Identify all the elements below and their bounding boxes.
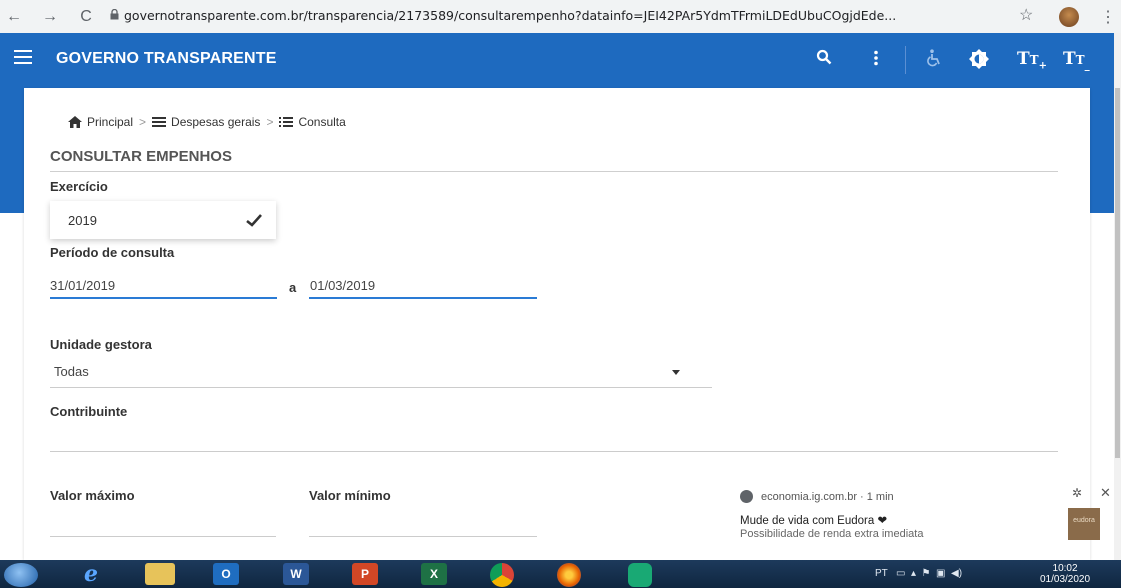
title-divider <box>50 171 1058 172</box>
contrast-icon[interactable] <box>969 49 989 69</box>
start-button[interactable] <box>4 563 38 587</box>
taskbar-clock[interactable]: 10:02 01/03/2020 <box>1040 563 1090 585</box>
word-icon[interactable]: W <box>283 563 309 585</box>
exercicio-label: Exercício <box>50 179 108 194</box>
clock-time: 10:02 <box>1052 563 1078 574</box>
periodo-separator: a <box>289 280 297 295</box>
app-title[interactable]: GOVERNO TRANSPARENTE <box>56 50 277 68</box>
accessibility-icon[interactable] <box>926 49 942 67</box>
bookmark-star-icon[interactable]: ☆ <box>1019 5 1033 25</box>
profile-avatar[interactable] <box>1059 7 1079 27</box>
ad-title[interactable]: Mude de vida com Eudora ❤ <box>740 513 887 527</box>
valor-maximo-field[interactable] <box>50 536 276 537</box>
periodo-label: Período de consulta <box>50 245 175 260</box>
browser-menu-icon[interactable]: ⋮ <box>1100 7 1116 27</box>
periodo-start-field[interactable] <box>50 297 277 299</box>
unidade-label: Unidade gestora <box>50 337 152 352</box>
reload-icon[interactable]: C <box>74 8 98 26</box>
home-icon <box>68 116 82 128</box>
security-app-icon[interactable] <box>628 563 652 587</box>
system-tray[interactable]: PT ▭ ▴ ⚑ ▣ ◀) <box>875 568 962 579</box>
ad-source[interactable]: economia.ig.com.br · 1 min <box>740 490 894 503</box>
periodo-start-value[interactable]: 31/01/2019 <box>50 278 115 293</box>
valor-minimo-field[interactable] <box>309 536 537 537</box>
breadcrumb-separator: > <box>139 115 147 129</box>
firefox-icon[interactable] <box>557 563 581 587</box>
forward-icon[interactable]: → <box>38 8 62 26</box>
exercicio-select[interactable]: 2019 <box>50 201 276 239</box>
breadcrumb-item-principal[interactable]: Principal <box>87 115 133 129</box>
menu-lines-icon <box>152 117 167 127</box>
app-header: GOVERNO TRANSPARENTE TT+ TT_ <box>0 33 1114 88</box>
valor-maximo-label: Valor máximo <box>50 488 135 503</box>
contribuinte-label: Contribuinte <box>50 404 128 419</box>
checkmark-icon <box>246 214 262 227</box>
ad-thumb-text: eudora <box>1073 517 1095 524</box>
excel-icon[interactable]: X <box>421 563 447 585</box>
source-logo-icon <box>740 490 753 503</box>
header-divider <box>905 46 906 74</box>
page-scrollbar[interactable] <box>1114 33 1121 560</box>
language-indicator[interactable]: PT <box>875 568 888 579</box>
ad-close-icon[interactable]: ✕ <box>1100 485 1111 501</box>
breadcrumb-item-despesas[interactable]: Despesas gerais <box>171 115 260 129</box>
powerpoint-icon[interactable]: P <box>352 563 378 585</box>
clock-date: 01/03/2020 <box>1040 574 1091 585</box>
page-title: CONSULTAR EMPENHOS <box>50 148 232 165</box>
outlook-icon[interactable]: O <box>213 563 239 585</box>
breadcrumb: Principal > Despesas gerais > Consulta <box>68 115 346 129</box>
contribuinte-field[interactable] <box>50 451 1058 452</box>
lock-icon <box>110 9 119 20</box>
back-icon[interactable]: ← <box>2 8 26 26</box>
more-vert-icon[interactable] <box>873 50 879 66</box>
unidade-value[interactable]: Todas <box>54 364 89 379</box>
tray-icons[interactable]: ▭ ▴ ⚑ ▣ ◀) <box>890 568 962 579</box>
ad-source-text: economia.ig.com.br · 1 min <box>761 490 894 503</box>
ad-settings-icon[interactable]: ✲ <box>1072 486 1082 500</box>
font-increase-icon[interactable]: TT+ <box>1017 49 1047 71</box>
font-decrease-icon[interactable]: TT_ <box>1063 49 1090 71</box>
exercicio-value: 2019 <box>68 213 97 228</box>
ad-thumbnail[interactable]: eudora <box>1068 508 1100 540</box>
internet-explorer-icon[interactable]: e <box>76 561 106 587</box>
hamburger-menu-icon[interactable] <box>14 50 32 64</box>
unidade-select[interactable] <box>50 387 712 388</box>
periodo-end-value[interactable]: 01/03/2019 <box>310 278 375 293</box>
scrollbar-thumb[interactable] <box>1115 88 1120 458</box>
breadcrumb-item-consulta: Consulta <box>298 115 346 129</box>
chrome-icon[interactable] <box>490 563 514 587</box>
dropdown-caret-icon[interactable] <box>672 370 680 375</box>
search-icon[interactable] <box>816 49 832 65</box>
valor-minimo-label: Valor mínimo <box>309 488 391 503</box>
file-explorer-icon[interactable] <box>145 563 175 585</box>
periodo-end-field[interactable] <box>309 297 537 299</box>
address-bar[interactable]: governotransparente.com.br/transparencia… <box>124 8 896 23</box>
list-icon <box>279 117 294 127</box>
breadcrumb-separator: > <box>266 115 274 129</box>
ad-subtitle[interactable]: Possibilidade de renda extra imediata <box>740 528 923 540</box>
